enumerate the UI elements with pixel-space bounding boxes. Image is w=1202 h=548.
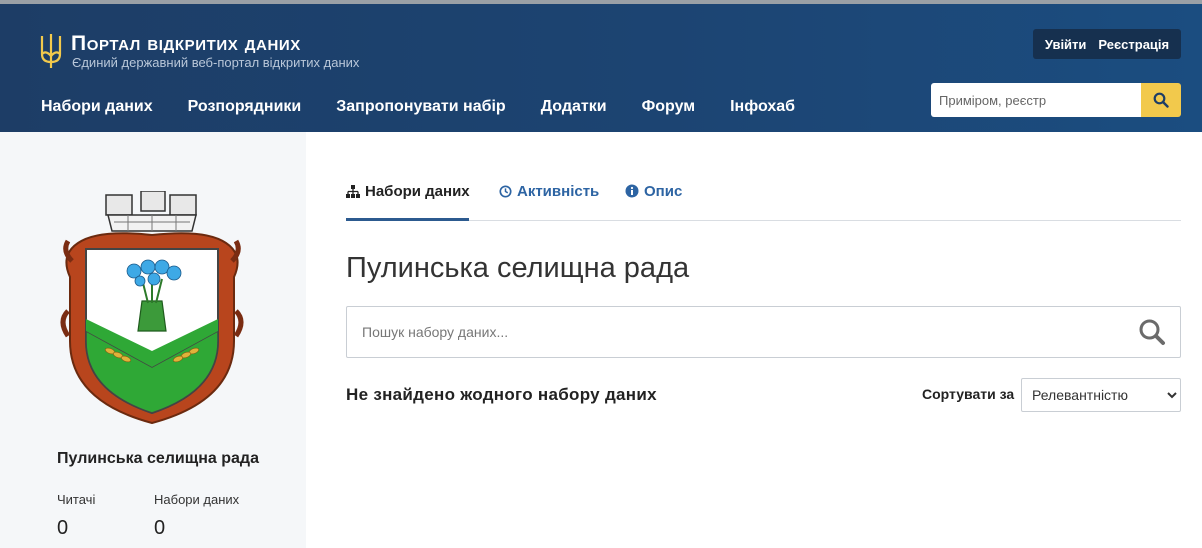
- site-subtitle: Єдиний державний веб-портал відкритих да…: [72, 55, 360, 70]
- dataset-search-input[interactable]: [347, 308, 1124, 356]
- tab-activity[interactable]: Активність: [499, 176, 599, 221]
- stat-datasets-label: Набори даних: [154, 492, 240, 507]
- dataset-search-button[interactable]: [1124, 308, 1180, 356]
- no-results-message: Не знайдено жодного набору даних: [346, 385, 657, 404]
- header-search-button[interactable]: [1141, 83, 1181, 117]
- trident-icon[interactable]: [39, 32, 63, 70]
- page-title: Пулинська селищна рада: [346, 252, 690, 284]
- info-icon: [625, 184, 639, 198]
- header-search: [931, 83, 1181, 117]
- nav-forum[interactable]: Форум: [642, 94, 696, 120]
- tab-about[interactable]: Опис: [625, 176, 682, 221]
- search-icon: [1153, 92, 1169, 108]
- tab-bar: Набори даних Активність Опис: [346, 176, 1181, 221]
- crown-shape: [105, 191, 197, 232]
- tab-about-label: Опис: [644, 183, 683, 200]
- sidebar: Пулинська селищна рада Читачі Набори дан…: [0, 132, 306, 548]
- site-header: Портал відкритих даних Єдиний державний …: [0, 4, 1202, 132]
- coat-of-arms-image: [60, 191, 244, 425]
- clock-icon: [499, 184, 512, 198]
- search-icon: [1139, 319, 1165, 345]
- sort-select[interactable]: Релевантністю: [1021, 378, 1181, 412]
- nav-apps[interactable]: Додатки: [541, 94, 607, 120]
- sort-label: Сортувати за: [922, 386, 1015, 402]
- register-link[interactable]: Реєстрація: [1098, 37, 1169, 52]
- tab-datasets[interactable]: Набори даних: [346, 176, 470, 221]
- tab-activity-label: Активність: [517, 183, 600, 200]
- main-nav: Набори даних Розпорядники Запропонувати …: [41, 94, 830, 120]
- sitemap-icon: [346, 184, 360, 198]
- stat-datasets-value: 0: [154, 517, 166, 539]
- tab-datasets-label: Набори даних: [365, 183, 470, 200]
- nav-publishers[interactable]: Розпорядники: [188, 94, 302, 120]
- dataset-search: [346, 306, 1181, 358]
- stat-followers-label: Читачі: [57, 492, 96, 507]
- site-title[interactable]: Портал відкритих даних: [71, 32, 301, 56]
- header-search-input[interactable]: [931, 83, 1141, 117]
- auth-box: Увійти Реєстрація: [1033, 29, 1181, 59]
- stat-followers-value: 0: [57, 517, 69, 539]
- login-link[interactable]: Увійти: [1045, 37, 1087, 52]
- nav-suggest-dataset[interactable]: Запропонувати набір: [336, 94, 505, 120]
- nav-datasets[interactable]: Набори даних: [41, 94, 153, 120]
- sidebar-org-name: Пулинська селищна рада: [57, 450, 259, 467]
- nav-infohub[interactable]: Інфохаб: [730, 94, 795, 120]
